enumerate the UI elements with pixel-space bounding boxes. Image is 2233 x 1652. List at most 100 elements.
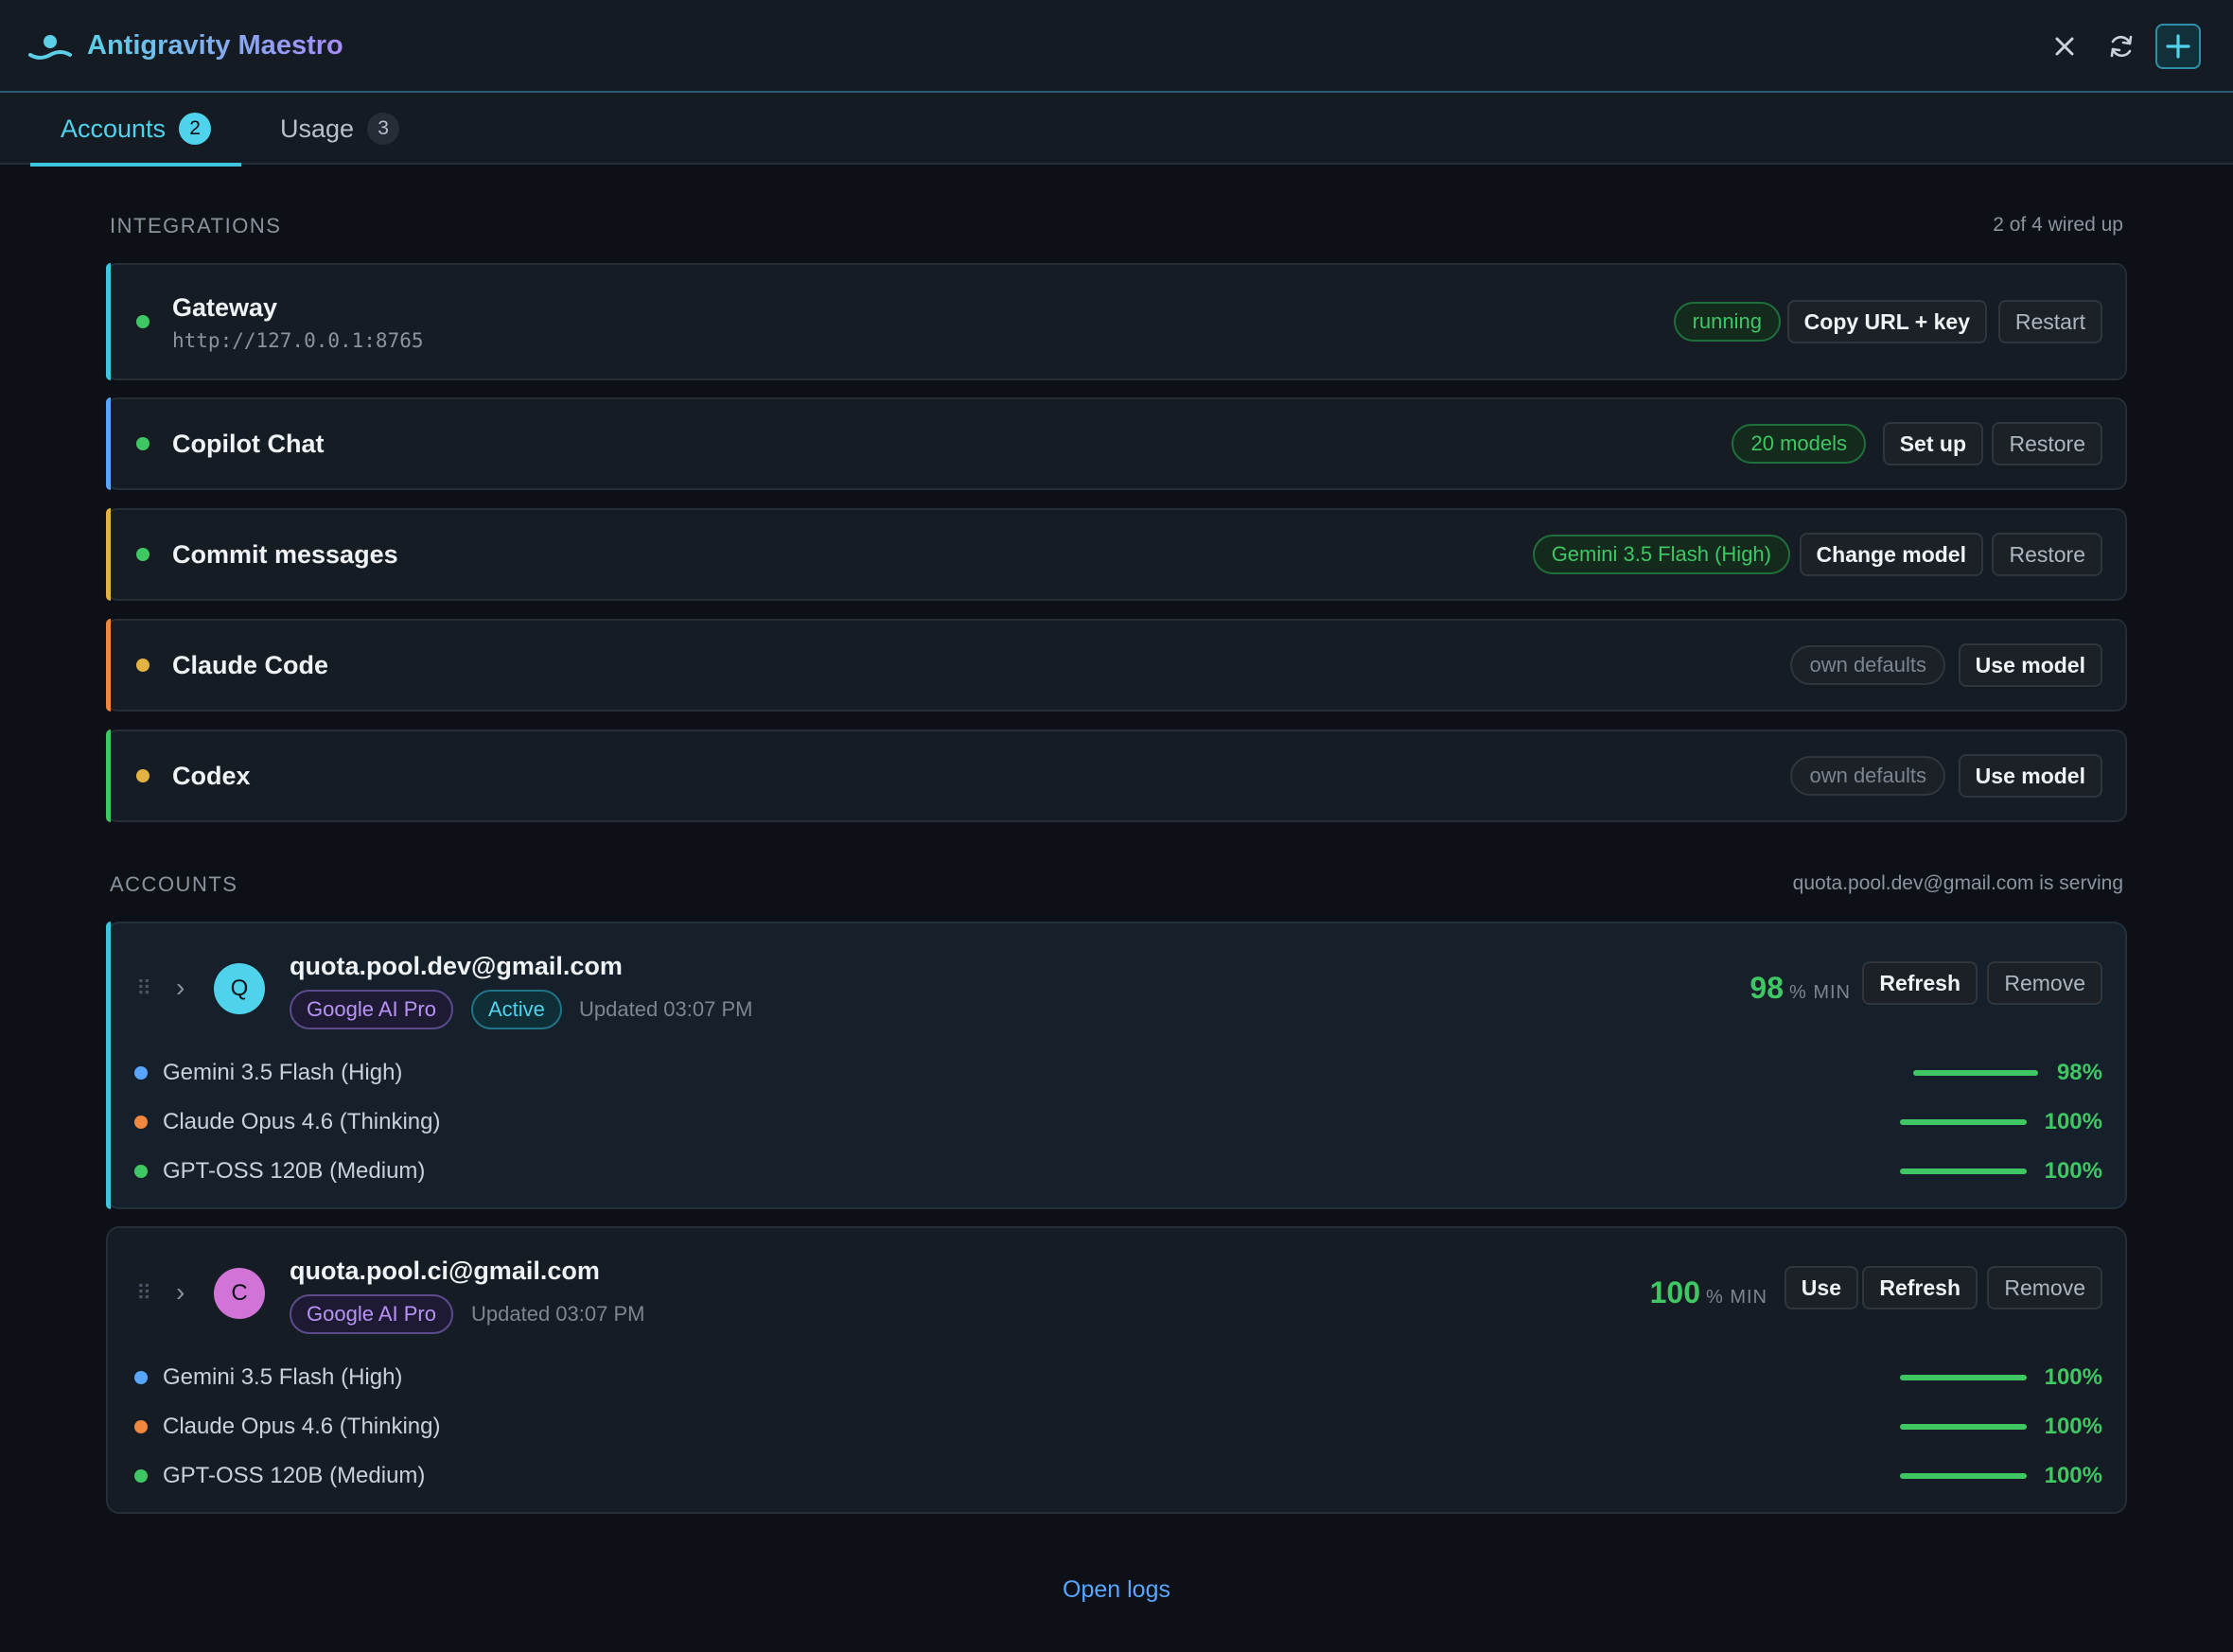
set-up-button[interactable]: Set up: [1882, 422, 1983, 466]
quota-bar: [1900, 1473, 2027, 1479]
use-model-button[interactable]: Use model: [1958, 643, 2102, 687]
updated-timestamp: Updated 03:07 PM: [579, 997, 753, 1021]
card-accent: [106, 508, 111, 601]
restore-button[interactable]: Restore: [1992, 533, 2102, 576]
account-email: quota.pool.ci@gmail.com: [290, 1257, 600, 1285]
tab-usage[interactable]: Usage 3: [280, 93, 400, 165]
status-dot: [136, 315, 149, 328]
card-accent: [106, 729, 111, 822]
drag-handle-icon[interactable]: ⠿: [136, 1281, 151, 1306]
avatar: C: [214, 1268, 265, 1319]
tab-count-badge: 2: [179, 113, 212, 145]
change-model-button[interactable]: Change model: [1799, 533, 1983, 576]
model-quota-percent: 100%: [2044, 1364, 2102, 1390]
model-quota-row: Gemini 3.5 Flash (High) 100%: [108, 1359, 2125, 1397]
model-quota-percent: 100%: [2044, 1414, 2102, 1439]
status-badge: own defaults: [1790, 645, 1945, 685]
plan-badge: Google AI Pro: [290, 1294, 453, 1334]
drag-handle-icon[interactable]: ⠿: [136, 976, 151, 1001]
refresh-button[interactable]: [2099, 24, 2144, 69]
restore-button[interactable]: Restore: [1992, 422, 2102, 466]
model-dot: [134, 1371, 148, 1384]
integration-name: Copilot Chat: [172, 430, 325, 458]
accounts-serving-status: quota.pool.dev@gmail.com is serving: [1792, 872, 2123, 894]
integrations-summary: 2 of 4 wired up: [1993, 214, 2123, 236]
tab-label: Accounts: [61, 114, 167, 143]
refresh-account-button[interactable]: Refresh: [1862, 1266, 1978, 1309]
card-accent: [106, 619, 111, 712]
close-icon: [2055, 37, 2074, 56]
model-quota-percent: 100%: [2044, 1158, 2102, 1184]
integration-name: Commit messages: [172, 540, 398, 569]
quota-unit: % MIN: [1706, 1287, 1767, 1308]
chevron-right-icon[interactable]: ›: [176, 1277, 185, 1308]
model-dot: [134, 1420, 148, 1433]
quota-value: 100: [1649, 1275, 1700, 1309]
integration-copilot-chat: Copilot Chat 20 models Set up Restore: [106, 397, 2127, 490]
quota-bar: [1913, 1070, 2038, 1076]
model-dot: [134, 1469, 148, 1483]
model-quota-row: Claude Opus 4.6 (Thinking) 100%: [108, 1408, 2125, 1446]
status-badge: running: [1673, 302, 1781, 342]
status-dot: [136, 548, 149, 561]
copy-url-key-button[interactable]: Copy URL + key: [1786, 300, 1987, 343]
model-quota-percent: 100%: [2044, 1463, 2102, 1488]
model-dot: [134, 1165, 148, 1178]
integration-claude-code: Claude Code own defaults Use model: [106, 619, 2127, 712]
model-name: GPT-OSS 120B (Medium): [163, 1158, 426, 1184]
integration-codex: Codex own defaults Use model: [106, 729, 2127, 822]
restart-button[interactable]: Restart: [1997, 300, 2102, 343]
card-accent: [106, 263, 111, 380]
model-name: GPT-OSS 120B (Medium): [163, 1463, 426, 1488]
account-email: quota.pool.dev@gmail.com: [290, 952, 623, 980]
quota-bar: [1900, 1119, 2027, 1125]
plan-badge: Google AI Pro: [290, 990, 453, 1029]
model-name: Claude Opus 4.6 (Thinking): [163, 1109, 441, 1134]
model-dot: [134, 1066, 148, 1080]
model-quota-row: GPT-OSS 120B (Medium) 100%: [108, 1152, 2125, 1190]
quota-bar: [1900, 1424, 2027, 1430]
integration-name: Claude Code: [172, 651, 329, 679]
remove-account-button[interactable]: Remove: [1987, 961, 2102, 1005]
quota-summary: 98 % MIN: [1749, 971, 1851, 1006]
quota-value: 98: [1749, 971, 1784, 1005]
quota-bar: [1900, 1169, 2027, 1174]
plus-icon: [2166, 34, 2190, 59]
status-dot: [136, 659, 149, 672]
status-badge: Gemini 3.5 Flash (High): [1532, 535, 1790, 574]
add-button[interactable]: [2155, 24, 2201, 69]
integration-gateway: Gateway http://127.0.0.1:8765 running Co…: [106, 263, 2127, 380]
app-title: Antigravity Maestro: [87, 30, 343, 61]
app-header: Antigravity Maestro: [0, 0, 2233, 93]
account-card: ⠿ › C quota.pool.ci@gmail.com Google AI …: [106, 1226, 2127, 1514]
open-logs-link[interactable]: Open logs: [0, 1576, 2233, 1604]
card-accent: [106, 397, 111, 490]
model-quota-percent: 100%: [2044, 1109, 2102, 1134]
accounts-heading: ACCOUNTS: [110, 872, 238, 896]
model-quota-row: Gemini 3.5 Flash (High) 98%: [108, 1054, 2125, 1092]
updated-timestamp: Updated 03:07 PM: [471, 1302, 645, 1326]
gateway-url: http://127.0.0.1:8765: [172, 329, 424, 352]
logo-icon: [28, 35, 72, 60]
model-quota-row: Claude Opus 4.6 (Thinking) 100%: [108, 1103, 2125, 1141]
avatar: Q: [214, 963, 265, 1014]
quota-unit: % MIN: [1789, 982, 1851, 1003]
remove-account-button[interactable]: Remove: [1987, 1266, 2102, 1309]
use-model-button[interactable]: Use model: [1958, 754, 2102, 798]
account-card: ⠿ › Q quota.pool.dev@gmail.com Google AI…: [106, 922, 2127, 1209]
model-name: Gemini 3.5 Flash (High): [163, 1060, 403, 1085]
tab-count-badge: 3: [367, 113, 400, 145]
model-name: Gemini 3.5 Flash (High): [163, 1364, 403, 1390]
tab-accounts[interactable]: Accounts 2: [30, 93, 242, 167]
close-button[interactable]: [2042, 24, 2087, 69]
use-account-button[interactable]: Use: [1784, 1266, 1858, 1309]
refresh-account-button[interactable]: Refresh: [1862, 961, 1978, 1005]
chevron-right-icon[interactable]: ›: [176, 973, 185, 1003]
quota-bar: [1900, 1375, 2027, 1380]
tab-label: Usage: [280, 114, 355, 143]
status-dot: [136, 769, 149, 782]
status-dot: [136, 437, 149, 450]
model-quota-percent: 98%: [2056, 1060, 2102, 1085]
model-quota-row: GPT-OSS 120B (Medium) 100%: [108, 1457, 2125, 1495]
model-name: Claude Opus 4.6 (Thinking): [163, 1414, 441, 1439]
